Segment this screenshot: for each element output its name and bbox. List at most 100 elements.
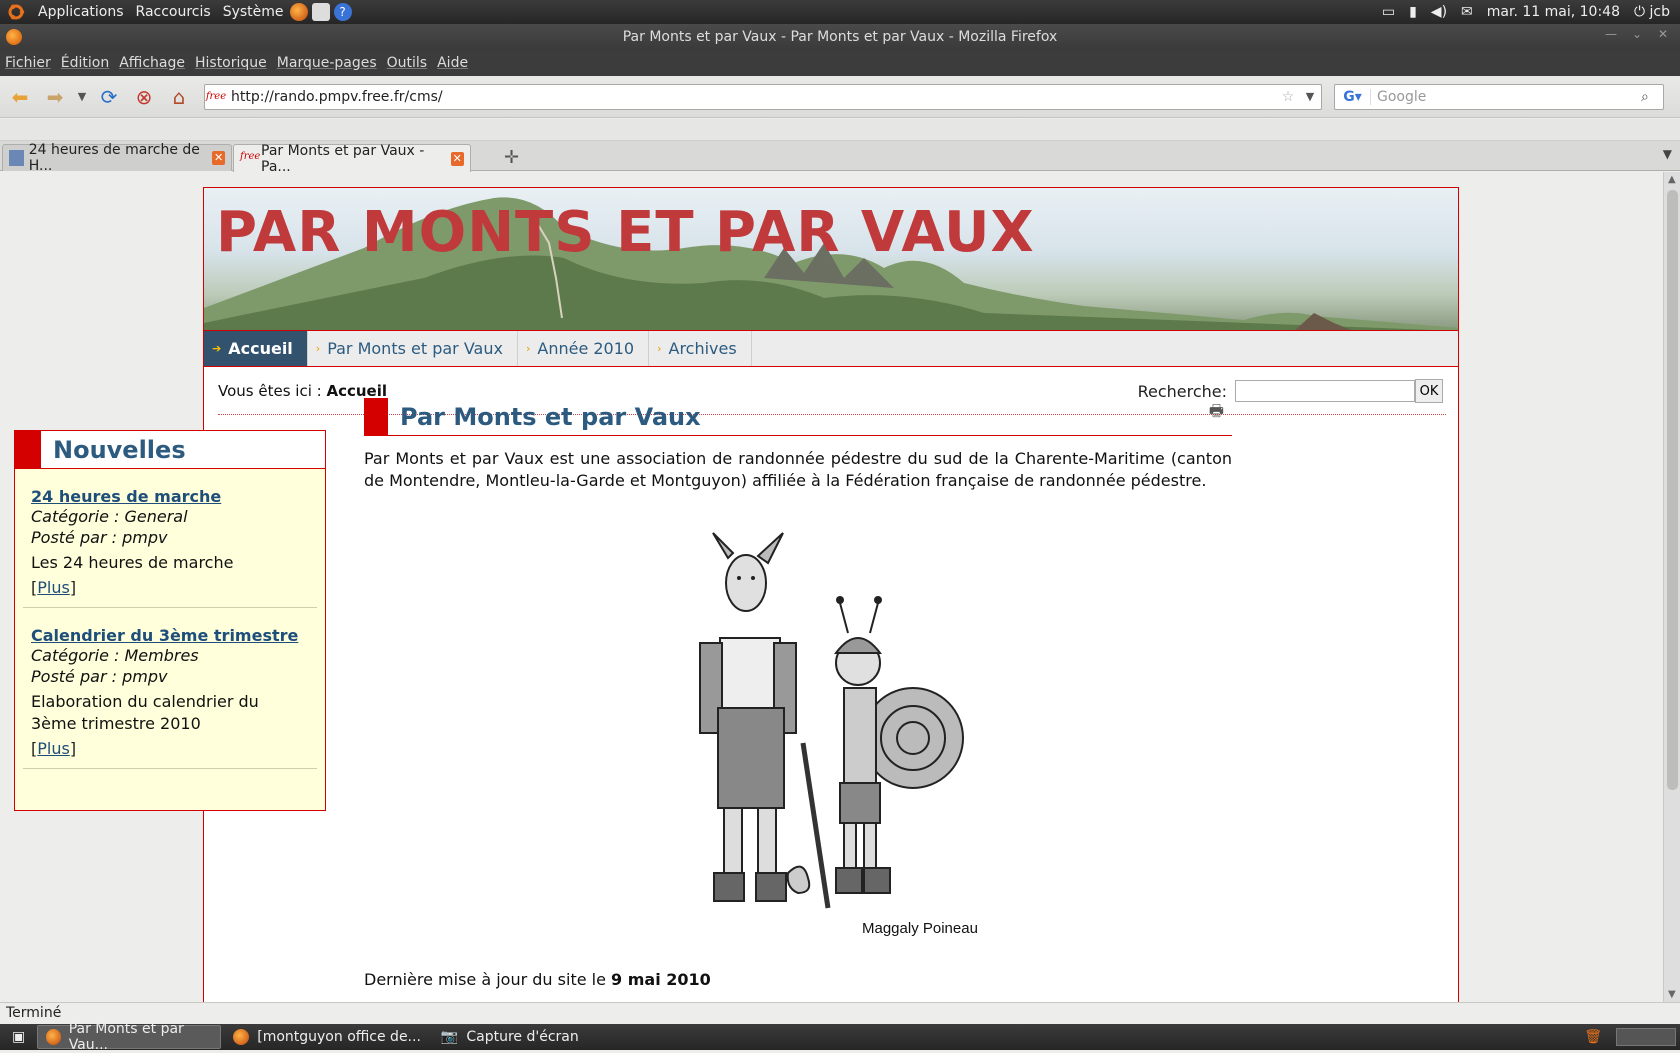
close-window-button[interactable]: ✕ [1652,27,1674,41]
bookmark-star-icon[interactable]: ☆ [1277,89,1299,105]
display-applet-icon[interactable]: ▭ [1382,4,1395,20]
scrollbar-thumb[interactable] [1667,190,1678,790]
history-dropdown-icon[interactable]: ▼ [75,82,89,112]
news-title-link[interactable]: 24 heures de marche [31,487,221,506]
news-item: 24 heures de marche Catégorie : General … [23,469,317,608]
volume-icon[interactable]: ◀) [1431,4,1447,20]
image-caption: Maggaly Poineau [862,920,978,937]
camera-icon: 📷 [440,1029,459,1045]
news-author: Posté par : pmpv [31,667,168,686]
tab-favicon-icon: free [240,150,261,162]
url-text[interactable]: http://rando.pmpv.free.fr/cms/ [227,89,1277,105]
menu-outils[interactable]: Outils [382,55,432,71]
news-more: [Plus] [31,739,77,758]
clock[interactable]: mar. 11 mai, 10:48 [1487,4,1620,20]
sidebar-header: Nouvelles [15,430,325,469]
news-summary: Elaboration du calendrier du 3ème trimes… [31,692,259,733]
nav-accueil[interactable]: ➔ Accueil [204,331,308,366]
nav-par-monts[interactable]: › Par Monts et par Vaux [308,331,518,366]
nav-chevron-icon: › [525,342,531,355]
tab-24-heures[interactable]: 24 heures de marche de H... ✕ [2,142,232,174]
scroll-down-icon[interactable]: ▼ [1668,989,1676,1000]
battery-icon[interactable]: ▮ [1409,4,1417,20]
shortcuts-menu[interactable]: Raccourcis [130,4,217,20]
help-launcher-icon[interactable]: ? [333,3,352,21]
news-title-link[interactable]: Calendrier du 3ème trimestre [31,626,298,645]
nav-label: Année 2010 [537,339,635,358]
taskbar-item-firefox[interactable]: Par Monts et par Vau... [37,1021,222,1053]
taskbar-item-screenshot[interactable]: 📷 Capture d'écran [433,1025,587,1049]
bottom-taskbar: ▣ Par Monts et par Vau... [montguyon off… [0,1021,1680,1053]
menu-fichier[interactable]: Fichier [0,55,56,71]
news-more-link[interactable]: Plus [37,739,70,758]
home-button[interactable]: ⌂ [164,82,194,112]
new-tab-icon[interactable]: ✛ [504,147,519,168]
site-favicon: free [205,91,227,102]
search-engine-icon[interactable]: G▾ [1335,88,1371,105]
sidebar-title: Nouvelles [53,435,186,464]
menu-affichage[interactable]: Affichage [114,55,190,71]
trash-icon[interactable]: 🗑 [1584,1029,1602,1045]
ubuntu-logo-icon[interactable] [4,1,28,23]
firefox-window-icon[interactable] [6,29,22,45]
nav-archives[interactable]: › Archives [649,331,752,366]
applications-menu[interactable]: Applications [32,4,130,20]
nav-label: Accueil [228,339,293,358]
menu-historique[interactable]: Historique [190,55,272,71]
search-input[interactable]: Google [1371,89,1641,105]
last-updated: Dernière mise à jour du site le 9 mai 20… [364,970,711,989]
taskbar-item-montguyon[interactable]: [montguyon office de... [225,1025,429,1049]
search-bar[interactable]: G▾ Google ⌕ [1334,83,1664,110]
minimize-button[interactable]: — [1600,27,1622,41]
back-button[interactable]: ⬅ [5,82,35,112]
window-titlebar: Par Monts et par Vaux - Par Monts et par… [0,24,1680,50]
mail-notify-icon[interactable]: ✉ [1461,4,1473,20]
menu-edition[interactable]: Édition [56,55,114,71]
updated-prefix: Dernière mise à jour du site le [364,970,606,989]
mail-launcher-icon[interactable] [311,3,330,21]
firefox-task-icon [233,1029,250,1045]
print-icon[interactable]: 🖶 [1209,400,1224,427]
main-article: Par Monts et par Vaux 🖶 Par Monts et par… [364,397,1232,989]
menu-aide[interactable]: Aide [432,55,473,71]
news-more-link[interactable]: Plus [37,578,70,597]
search-icon[interactable]: ⌕ [1641,89,1663,105]
url-bar[interactable]: free http://rando.pmpv.free.fr/cms/ ☆ ▼ [204,83,1322,110]
nav-label: Par Monts et par Vaux [327,339,503,358]
search-ok-button[interactable]: OK [1415,379,1443,403]
news-item: Calendrier du 3ème trimestre Catégorie :… [23,608,317,769]
user-menu[interactable]: ⏻ jcb [1634,4,1670,20]
system-menu[interactable]: Système [217,4,290,20]
stop-button[interactable]: ⊗ [129,82,159,112]
url-dropdown-icon[interactable]: ▼ [1299,90,1321,103]
firefox-task-icon [46,1029,61,1045]
article-accent-bar [364,397,388,436]
news-summary: Les 24 heures de marche [31,553,234,572]
tab-par-monts[interactable]: free Par Monts et par Vaux - Pa... ✕ [233,143,471,175]
user-name: jcb [1649,4,1670,20]
tab-list-icon[interactable]: ▼ [1663,147,1672,161]
top-panel: Applications Raccourcis Système ? ▭ ▮ ◀)… [0,0,1680,24]
tab-label: 24 heures de marche de H... [28,142,200,174]
maximize-button[interactable]: ⌄ [1626,27,1648,41]
task-label: Capture d'écran [466,1029,579,1045]
site-header: PAR MONTS ET PAR VAUX [204,188,1458,331]
scroll-up-icon[interactable]: ▲ [1668,174,1676,185]
show-desktop-icon[interactable]: ▣ [4,1025,33,1049]
firefox-launcher-icon[interactable] [289,3,308,21]
tab-bar: 24 heures de marche de H... ✕ free Par M… [0,141,1680,175]
workspace-switcher[interactable] [1616,1028,1676,1046]
reload-button[interactable]: ⟳ [94,82,124,112]
forward-button[interactable]: ➡ [40,82,70,112]
article-title: Par Monts et par Vaux [400,402,701,431]
vertical-scrollbar[interactable]: ▲ ▼ [1663,172,1680,1002]
sidebar-accent-bar [15,430,41,469]
news-author: Posté par : pmpv [31,528,168,547]
nav-annee-2010[interactable]: › Année 2010 [518,331,650,366]
article-body: Par Monts et par Vaux est une associatio… [364,449,1232,490]
close-tab-icon[interactable]: ✕ [212,151,225,165]
menu-marque-pages[interactable]: Marque-pages [272,55,382,71]
nav-chevron-icon: › [657,342,662,355]
site-search-input[interactable] [1235,380,1415,402]
close-tab-icon[interactable]: ✕ [450,151,464,166]
